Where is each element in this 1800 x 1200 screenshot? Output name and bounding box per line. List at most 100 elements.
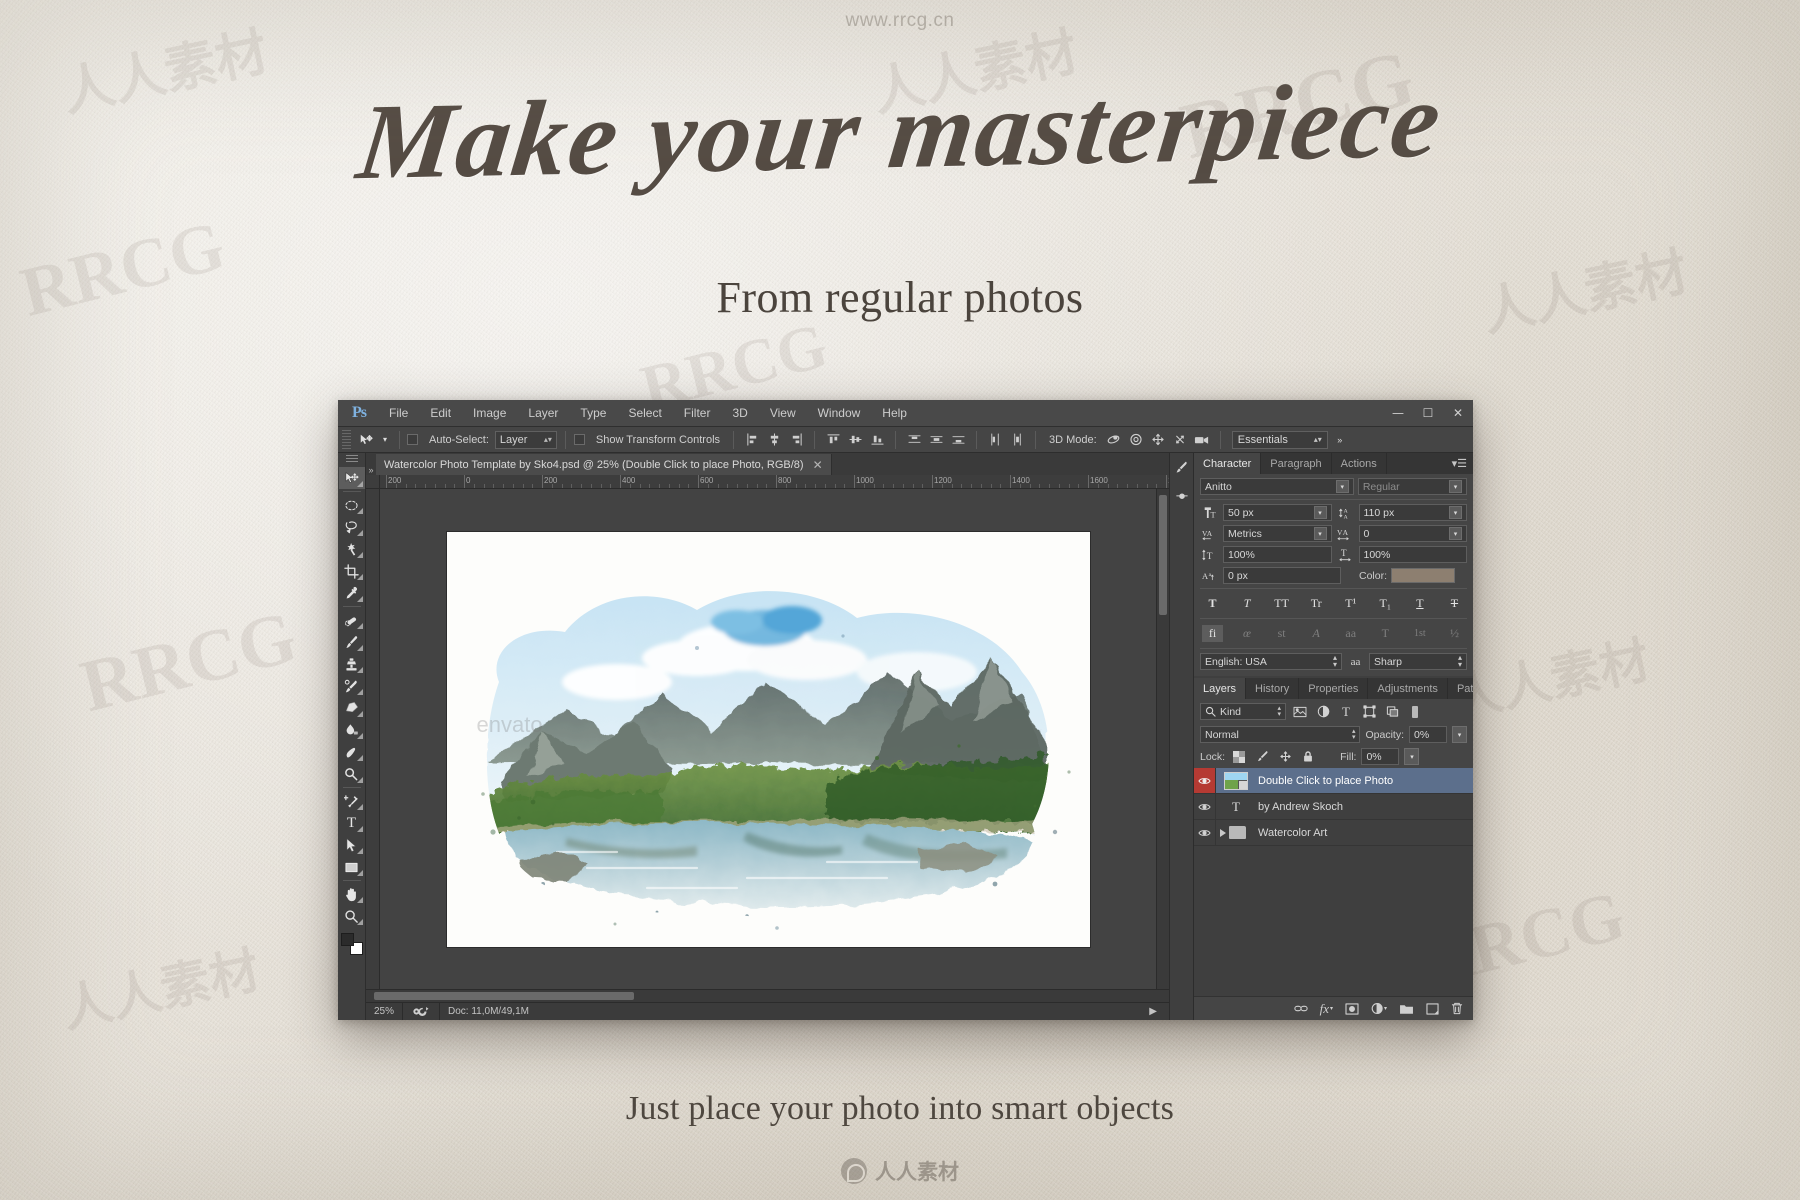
align-horizontal-centers-icon[interactable] xyxy=(763,430,785,449)
clone-stamp-tool[interactable] xyxy=(339,653,365,675)
history-brush-tool[interactable] xyxy=(339,675,365,697)
tab-layers[interactable]: Layers xyxy=(1194,678,1247,699)
menu-layer[interactable]: Layer xyxy=(517,402,569,424)
layer-name[interactable]: Watercolor Art xyxy=(1256,827,1327,839)
tracking-input[interactable]: 0 ▾ xyxy=(1358,525,1467,542)
zoom-level[interactable]: 25% xyxy=(366,1003,404,1020)
group-thumbnail[interactable] xyxy=(1216,826,1256,839)
horizontal-scale-input[interactable]: 100% xyxy=(1358,546,1467,563)
menu-filter[interactable]: Filter xyxy=(673,402,722,424)
layer-filter-kind-dropdown[interactable]: Kind ▴ ▾ xyxy=(1200,703,1286,720)
antialias-dropdown[interactable]: Sharp ▴ ▾ xyxy=(1369,653,1467,670)
ordinals-button[interactable]: 1st xyxy=(1409,625,1430,642)
layer-visibility-toggle[interactable] xyxy=(1194,794,1216,819)
dodge-tool[interactable] xyxy=(339,763,365,785)
discretionary-ligatures-button[interactable]: œ xyxy=(1237,625,1258,642)
blend-mode-dropdown[interactable]: Normal ▴ ▾ xyxy=(1200,726,1361,743)
filter-toggle-icon[interactable] xyxy=(1406,704,1424,720)
magic-wand-tool[interactable] xyxy=(339,538,365,560)
layer-name[interactable]: by Andrew Skoch xyxy=(1256,801,1343,813)
maximize-button[interactable]: ☐ xyxy=(1413,400,1443,426)
document-settings-icon[interactable] xyxy=(403,1003,441,1020)
align-right-edges-icon[interactable] xyxy=(785,430,807,449)
crop-tool[interactable] xyxy=(339,560,365,582)
brush-tool[interactable] xyxy=(339,631,365,653)
layer-visibility-toggle[interactable] xyxy=(1194,820,1216,845)
stylistic-alternates-button[interactable]: aa xyxy=(1340,625,1361,642)
vertical-ruler[interactable] xyxy=(366,489,380,989)
blur-tool[interactable] xyxy=(339,741,365,763)
opacity-slider-chevron-icon[interactable]: ▾ xyxy=(1452,726,1467,743)
kerning-input[interactable]: Metrics ▾ xyxy=(1223,525,1332,542)
auto-select-checkbox[interactable] xyxy=(407,434,418,445)
document-tab-close-icon[interactable]: ✕ xyxy=(813,458,823,472)
type-filter-icon[interactable]: T xyxy=(1337,704,1355,720)
tab-adjustments[interactable]: Adjustments xyxy=(1368,678,1448,699)
eyedropper-tool[interactable] xyxy=(339,582,365,604)
table-row[interactable]: T by Andrew Skoch xyxy=(1194,794,1473,820)
align-top-edges-icon[interactable] xyxy=(822,430,844,449)
dock-expand-icon[interactable]: » xyxy=(366,465,376,475)
distribute-vertical-centers-icon[interactable] xyxy=(925,430,947,449)
color-rail-icon[interactable] xyxy=(1172,485,1192,505)
vertical-scale-input[interactable]: 100% xyxy=(1223,546,1332,563)
distribute-bottom-edges-icon[interactable] xyxy=(947,430,969,449)
tab-paths[interactable]: Paths xyxy=(1448,678,1473,699)
camera-3d-icon[interactable] xyxy=(1191,430,1213,449)
menu-help[interactable]: Help xyxy=(871,402,918,424)
character-panel-menu-icon[interactable]: ▾☰ xyxy=(1446,453,1473,474)
history-brush-rail-icon[interactable] xyxy=(1172,457,1192,477)
orbit-3d-icon[interactable] xyxy=(1103,430,1125,449)
font-style-dropdown[interactable]: Regular ▾ xyxy=(1357,478,1467,495)
new-group-icon[interactable] xyxy=(1399,1003,1414,1015)
options-bar-grip[interactable] xyxy=(342,429,351,450)
distribute-left-edges-icon[interactable] xyxy=(984,430,1006,449)
subscript-button[interactable]: T₁ xyxy=(1375,595,1396,612)
leading-input[interactable]: 110 px ▾ xyxy=(1358,504,1467,521)
menu-select[interactable]: Select xyxy=(617,402,672,424)
table-row[interactable]: Watercolor Art xyxy=(1194,820,1473,846)
path-selection-tool[interactable] xyxy=(339,834,365,856)
hand-tool[interactable] xyxy=(339,883,365,905)
expand-group-caret-icon[interactable] xyxy=(1220,828,1226,837)
pen-tool[interactable] xyxy=(339,790,365,812)
move-tool-icon[interactable] xyxy=(354,430,378,450)
workspace-dropdown[interactable]: Essentials ▴▾ xyxy=(1231,430,1328,449)
menu-type[interactable]: Type xyxy=(569,402,617,424)
move-tool[interactable] xyxy=(338,467,365,489)
faux-bold-button[interactable]: T xyxy=(1202,595,1223,612)
menu-3d[interactable]: 3D xyxy=(721,402,758,424)
artboard[interactable]: envato xyxy=(446,531,1090,947)
horizontal-scrollbar[interactable] xyxy=(366,989,1169,1002)
new-adjustment-layer-icon[interactable]: ▾ xyxy=(1371,1002,1387,1015)
layer-name[interactable]: Double Click to place Photo xyxy=(1256,775,1393,787)
tools-panel-grip[interactable] xyxy=(345,455,358,464)
horizontal-scrollbar-thumb[interactable] xyxy=(374,992,634,1000)
healing-brush-tool[interactable] xyxy=(339,609,365,631)
layer-list[interactable]: Double Click to place Photo T by Andrew … xyxy=(1194,768,1473,996)
menu-file[interactable]: File xyxy=(378,402,419,424)
fractions-button[interactable]: ½ xyxy=(1444,625,1465,642)
fill-slider-chevron-icon[interactable]: ▾ xyxy=(1404,748,1420,765)
tab-actions[interactable]: Actions xyxy=(1332,453,1387,474)
standard-ligatures-button[interactable]: fi xyxy=(1202,625,1223,642)
close-button[interactable]: ✕ xyxy=(1443,400,1473,426)
options-bar-overflow-icon[interactable]: » xyxy=(1328,430,1352,450)
delete-layer-icon[interactable] xyxy=(1451,1002,1463,1015)
layer-thumbnail[interactable] xyxy=(1216,771,1256,790)
menu-window[interactable]: Window xyxy=(807,402,872,424)
opacity-input[interactable]: 0% xyxy=(1409,726,1447,743)
shape-filter-icon[interactable] xyxy=(1360,704,1378,720)
all-caps-button[interactable]: TT xyxy=(1271,595,1292,612)
color-swatches[interactable] xyxy=(340,933,363,955)
menu-edit[interactable]: Edit xyxy=(419,402,462,424)
lock-transparent-pixels-icon[interactable] xyxy=(1230,749,1248,765)
new-layer-icon[interactable] xyxy=(1426,1002,1439,1015)
small-caps-button[interactable]: Tr xyxy=(1306,595,1327,612)
document-tab[interactable]: Watercolor Photo Template by Sko4.psd @ … xyxy=(376,454,832,475)
tab-properties[interactable]: Properties xyxy=(1299,678,1369,699)
layer-style-icon[interactable]: fx ▾ xyxy=(1320,1001,1333,1017)
fill-input[interactable]: 0% xyxy=(1361,748,1400,765)
roll-3d-icon[interactable] xyxy=(1125,430,1147,449)
pan-3d-icon[interactable] xyxy=(1147,430,1169,449)
